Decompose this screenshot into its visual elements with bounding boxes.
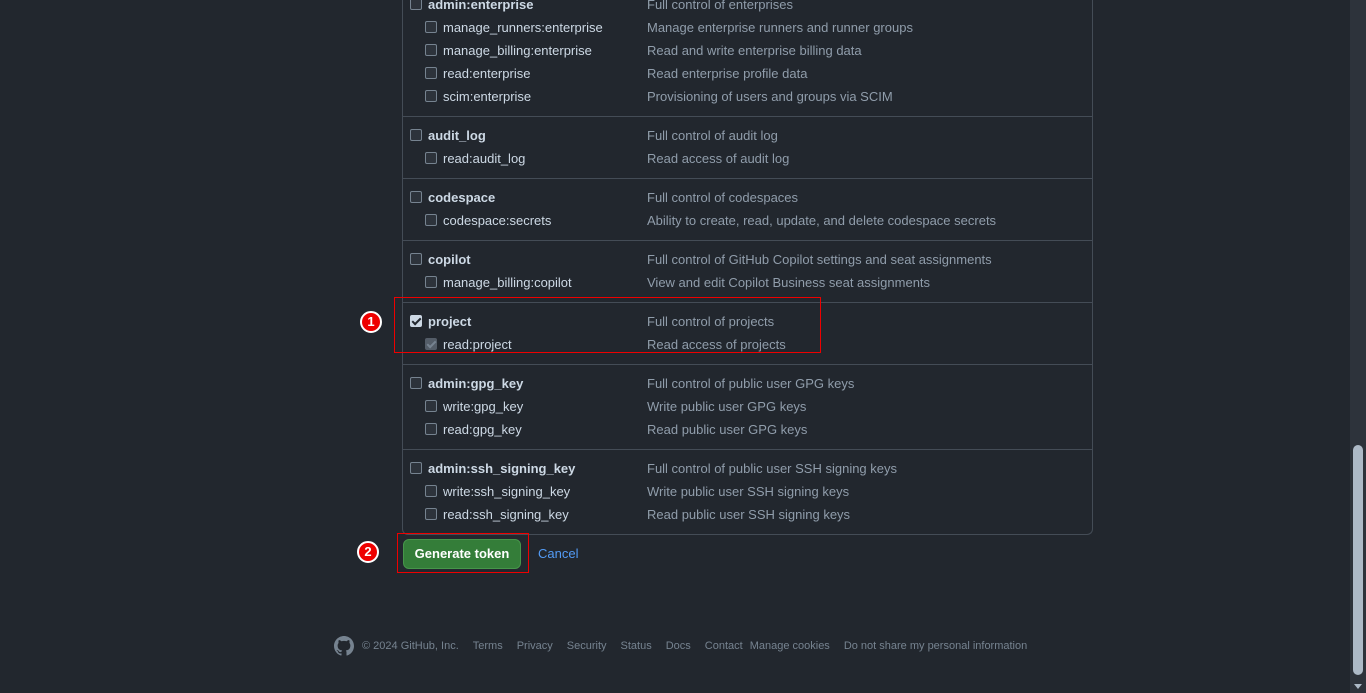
github-logo-icon [334, 636, 354, 656]
scope-name[interactable]: read:audit_log [443, 147, 525, 170]
scope-row: write:ssh_signing_key Write public user S… [403, 480, 1092, 503]
scope-row: read:enterprise Read enterprise profile d… [403, 62, 1092, 85]
scope-description: Ability to create, read, update, and del… [647, 213, 997, 228]
scope-description: Full control of enterprises [647, 0, 793, 12]
scope-row: admin:ssh_signing_key Full control of pub… [403, 457, 1092, 480]
scope-checkbox[interactable] [425, 400, 437, 412]
scope-description: Write public user GPG keys [647, 399, 807, 414]
generate-token-button[interactable]: Generate token [403, 539, 521, 569]
scope-description: Read public user GPG keys [647, 422, 808, 437]
scope-name[interactable]: admin:gpg_key [428, 372, 523, 395]
scope-name[interactable]: audit_log [428, 124, 486, 147]
scope-name[interactable]: manage_billing:enterprise [443, 39, 592, 62]
scope-description: Full control of audit log [647, 128, 778, 143]
scrollbar[interactable] [1350, 0, 1366, 693]
scope-description: Full control of public user SSH signing … [647, 461, 898, 476]
scope-checkbox[interactable] [425, 214, 437, 226]
footer-link-terms[interactable]: Terms [473, 640, 503, 652]
footer-copyright: © 2024 GitHub, Inc. [362, 640, 459, 652]
scope-row: read:ssh_signing_key Read public user SSH… [403, 503, 1092, 526]
scope-row: scim:enterprise Provisioning of users and… [403, 85, 1092, 108]
scope-name[interactable]: scim:enterprise [443, 85, 531, 108]
highlight-project [394, 297, 821, 353]
scope-checkbox[interactable] [425, 44, 437, 56]
scope-description: Read and write enterprise billing data [647, 43, 862, 58]
scope-row: write:gpg_key Write public user GPG keys [403, 395, 1092, 418]
footer-link-security[interactable]: Security [567, 640, 607, 652]
scope-checkbox[interactable] [425, 90, 437, 102]
footer-link-contact[interactable]: Contact [705, 640, 743, 652]
scope-checkbox[interactable] [425, 508, 437, 520]
scope-name[interactable]: write:gpg_key [443, 395, 523, 418]
scope-row: audit_log Full control of audit log [403, 124, 1092, 147]
scope-checkbox[interactable] [410, 377, 422, 389]
scope-row: manage_billing:enterprise Read and write … [403, 39, 1092, 62]
scope-checkbox[interactable] [425, 152, 437, 164]
scope-name[interactable]: codespace [428, 186, 495, 209]
scope-group: admin:gpg_key Full control of public user… [403, 365, 1092, 450]
scope-row: read:audit_log Read access of audit log [403, 147, 1092, 170]
scope-name[interactable]: read:enterprise [443, 62, 530, 85]
scope-checkbox[interactable] [425, 423, 437, 435]
scope-name[interactable]: copilot [428, 248, 471, 271]
footer-link-status[interactable]: Status [621, 640, 652, 652]
scope-description: View and edit Copilot Business seat assi… [647, 275, 931, 290]
scope-row: codespace Full control of codespaces [403, 186, 1092, 209]
scope-row: read:gpg_key Read public user GPG keys [403, 418, 1092, 441]
scope-name[interactable]: admin:ssh_signing_key [428, 457, 575, 480]
scope-name[interactable]: read:ssh_signing_key [443, 503, 569, 526]
scope-group: admin:ssh_signing_key Full control of pub… [403, 450, 1092, 534]
scope-name[interactable]: read:gpg_key [443, 418, 522, 441]
scope-group: copilot Full control of GitHub Copilot se… [403, 241, 1092, 303]
scope-description: Read access of audit log [647, 151, 790, 166]
scope-name[interactable]: write:ssh_signing_key [443, 480, 570, 503]
footer-link-privacy[interactable]: Privacy [517, 640, 553, 652]
scope-checkbox[interactable] [410, 191, 422, 203]
footer-link-docs[interactable]: Docs [666, 640, 691, 652]
scope-description: Write public user SSH signing keys [647, 484, 850, 499]
scope-checkbox[interactable] [425, 67, 437, 79]
scope-row: admin:gpg_key Full control of public user… [403, 372, 1092, 395]
annotation-badge-1: 1 [360, 311, 382, 333]
scope-name[interactable]: manage_billing:copilot [443, 271, 572, 294]
scope-group: codespace Full control of codespaces codes… [403, 179, 1092, 241]
scope-description: Full control of codespaces [647, 190, 799, 205]
scope-checkbox[interactable] [425, 21, 437, 33]
scope-description: Read enterprise profile data [647, 66, 808, 81]
scope-row: manage_runners:enterprise Manage enterpri… [403, 16, 1092, 39]
scope-description: Read public user SSH signing keys [647, 507, 851, 522]
footer-link-do-not-share[interactable]: Do not share my personal information [844, 640, 1027, 652]
scope-row: codespace:secrets Ability to create, read… [403, 209, 1092, 232]
scope-description: Full control of GitHub Copilot settings … [647, 252, 992, 267]
annotation-badge-2: 2 [357, 541, 379, 563]
scope-checkbox[interactable] [410, 0, 422, 10]
scope-row: manage_billing:copilot View and edit Copi… [403, 271, 1092, 294]
scope-row: copilot Full control of GitHub Copilot se… [403, 248, 1092, 271]
scope-description: Full control of public user GPG keys [647, 376, 855, 391]
scope-description: Manage enterprise runners and runner gro… [647, 20, 913, 35]
footer: © 2024 GitHub, Inc. Terms Privacy Securi… [334, 636, 1041, 656]
scope-name[interactable]: manage_runners:enterprise [443, 16, 603, 39]
scope-row: admin:enterprise Full control of enterpri… [403, 0, 1092, 16]
scope-name[interactable]: admin:enterprise [428, 0, 533, 16]
scope-description: Provisioning of users and groups via SCI… [647, 89, 893, 104]
footer-link-manage-cookies[interactable]: Manage cookies [750, 640, 830, 652]
scope-checkbox[interactable] [410, 462, 422, 474]
scope-checkbox[interactable] [425, 485, 437, 497]
scroll-down-arrow-icon[interactable] [1354, 684, 1362, 689]
scope-checkbox[interactable] [425, 276, 437, 288]
scope-group: admin:enterprise Full control of enterpri… [403, 0, 1092, 117]
scope-group: audit_log Full control of audit log read:a… [403, 117, 1092, 179]
scrollbar-thumb[interactable] [1353, 445, 1363, 675]
cancel-link[interactable]: Cancel [538, 546, 578, 561]
scope-checkbox[interactable] [410, 129, 422, 141]
scope-name[interactable]: codespace:secrets [443, 209, 551, 232]
scopes-list: admin:enterprise Full control of enterpri… [402, 0, 1093, 535]
scope-checkbox[interactable] [410, 253, 422, 265]
